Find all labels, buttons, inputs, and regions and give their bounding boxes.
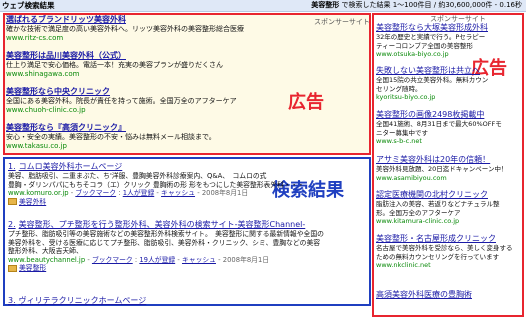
right-ad-6: 美容整形・名古屋形成クリニック 名古屋で美容外科を受診なら、美しく変身する ため… [376,234,522,270]
query-term: 美容整形 [311,1,340,9]
result-date: 2008年8月1日 [222,255,270,264]
right-ad-url: kyoritsu-biyo.co.jp [376,93,436,101]
ad-title-link[interactable]: 美容整形なら中央クリニック [6,87,237,97]
ad-description: 確かな技術で満足度の高い美容外科へ。リッツ美容外科の美容整形総合医療 [6,25,244,33]
right-ad-url: www.otsuka-biyo.co.jp [376,50,449,58]
folder-icon [8,198,17,206]
result-title-link[interactable]: コムロ美容外科ホームページ [19,162,123,171]
right-ad-desc-line: ティーコロンブア全国の美容整形 [376,41,473,50]
right-ad-url: www.asamibiyou.com [376,173,447,182]
folder-icon [8,264,17,272]
right-ad-desc-line: 美容外科見放題、20日迄ドキャンペーン中！ [376,165,508,173]
ad-url: www.ritz-cs.com [6,34,64,42]
results-query-summary: 美容整形 で検索した結果 1～100件目 / 約30,600,000件 - 0.… [311,0,522,11]
top-ad-1: 選ばれるブランドリッツ美容外科 確かな技術で満足度の高い美容外科へ。リッツ美容外… [6,15,244,43]
result-date: 2008年8月1日 [201,189,249,198]
ad-title-link[interactable]: 美容整形なら『高須クリニック』 [6,123,216,133]
right-ad-desc-line: セリング随時。 [376,84,422,93]
right-ad-7: 高須美容外科医療の豊胸術 [376,290,522,300]
right-ad-url: www.s-b-c.net [376,137,422,145]
category-link[interactable]: 美容外科 [19,198,46,206]
bookmark-count-link[interactable]: 1人が登録 [123,189,155,197]
ad-url: www.chuoh-clinic.co.jp [6,106,86,114]
bookmark-link[interactable]: ブックマーク [92,256,133,264]
result-url: www.beautychannel.jp [8,255,86,264]
result-snippet-line: 豊胸・ダリンパパにもちそコラ（エ）クリック 豊胸術の形 形をもつにした美容整形表… [8,180,305,189]
right-ad-title-link[interactable]: 認定医療機関の北村クリニック [376,190,522,200]
ad-description: 全国にある美容外科。院長が責任を持って施術。全国万全のアフターケア [6,97,237,105]
right-ad-5: 認定医療機関の北村クリニック 脂肪注入の美容、若返りなどナチュラル整 形。全国万… [376,190,522,226]
result-snippet-line: 美容、脂肪吸引、二重まぶた、ち'洋服、豊胸美容外科診療案内、Q&A、 コムロの式 [8,172,267,180]
top-ad-3: 美容整形なら中央クリニック 全国にある美容外科。院長が責任を持って施術。全国万全… [6,87,237,115]
ad-url: www.takasu.co.jp [6,142,67,150]
result-url: www.komuro.or.jp [8,189,69,198]
query-stats: で検索した結果 1～100件目 / 約30,600,000件 - 0.16秒 [339,1,523,9]
cache-link[interactable]: キャッシュ [182,256,216,264]
results-header-title: ウェブ検索結果 [2,1,55,10]
right-ad-3: 美容整形の画像2498枚掲載中 全国41施術、8月31日まで最大60%OFFモ … [376,110,522,146]
cache-link[interactable]: キャッシュ [161,189,195,197]
result-meta: www.komuro.or.jp - ブックマーク : 1人が登録 - キャッシ… [8,189,249,198]
ad-title-link[interactable]: 美容整形は品川美容外科（公式） [6,51,223,61]
right-ad-title-link[interactable]: 高須美容外科医療の豊胸術 [376,290,522,300]
result-title-link[interactable]: 美容整形、プチ整形を行う整形外科、美容外科の検索サイト-美容整形Channel- [19,220,306,229]
bookmark-count-link[interactable]: 19人が登録 [139,256,175,264]
right-ad-url: www.kitamura-clinic.co.jp [376,217,460,225]
right-ad-desc-line: 形。全国万全のアフターケア [376,208,461,217]
result-item-2: 2. 美容整形、プチ整形を行う整形外科、美容外科の検索サイト-美容整形Channe… [8,220,368,273]
right-ad-desc-line: 全国41施術、8月31日まで最大60%OFFモ [376,120,502,128]
right-ad-desc-line: 32年の歴史と実績で行う。Pセラピー [376,33,486,41]
bookmark-link[interactable]: ブックマーク [75,189,116,197]
right-ad-title-link[interactable]: 美容整形・名古屋形成クリニック [376,234,522,244]
results-header-bar: ウェブ検索結果 美容整形 で検索した結果 1～100件目 / 約30,600,0… [0,0,526,12]
result-snippet-line: 整形外科、大阪吉天師、 [8,247,87,256]
top-ad-4: 美容整形なら『高須クリニック』 安心・安全の実績。美容整形の不安・悩みは無料メー… [6,123,216,151]
top-ad-2: 美容整形は品川美容外科（公式） 仕上り満足で安心価格。電話一本！充実の美容プラン… [6,51,223,79]
right-ad-1: 美容整形なら大塚美容形成外科 32年の歴史と実績で行う。Pセラピー ティーコロン… [376,23,522,59]
right-ad-desc-line: 名古屋で美容外科を受診なら、美しく変身する [376,244,513,252]
right-ad-title-link[interactable]: 美容整形の画像2498枚掲載中 [376,110,522,120]
right-ad-2: 失敗しない美容整形は共立へ 全国15院の共立美容外科。無料カウン セリング随時。… [376,66,522,102]
ad-description: 安心・安全の実績。美容整形の不安・悩みは無料メール相談まで。 [6,133,216,141]
right-ad-title-link[interactable]: アサミ美容外科は20年の信頼！ [376,155,522,165]
right-ad-4: アサミ美容外科は20年の信頼！ 美容外科見放題、20日迄ドキャンペーン中！ ww… [376,155,522,182]
right-ad-desc-line: 全国15院の共立美容外科。無料カウン [376,76,489,84]
sponsor-label-top: スポンサーサイト [314,18,370,26]
result-item-3: 3. ヴィリテラクリニックホームページ [8,296,368,306]
ad-url: www.shinagawa.com [6,70,80,78]
result-number: 2. [8,220,16,229]
result-snippet-line: プチ整形、脂肪吸引等の美容施術などの美容整形外科検索サイト。 美容整形に関する最… [8,230,324,238]
result-number: 3. [8,296,16,305]
result-snippet-line: 美容外科を、受ける医療に応じてプチ整形、脂肪吸引、美容外科・クリニック、シミ、豊… [8,238,321,247]
result-meta: www.beautychannel.jp - ブックマーク : 19人が登録 -… [8,255,270,264]
result-item-1: 1. コムロ美容外科ホームページ 美容、脂肪吸引、二重まぶた、ち'洋服、豊胸美容外… [8,162,368,206]
ad-description: 仕上り満足で安心価格。電話一本！充実の美容プランが盛りだくさん [6,61,223,69]
result-number: 1. [8,162,16,171]
right-ad-title-link[interactable]: 失敗しない美容整形は共立へ [376,66,522,76]
result-title-link[interactable]: ヴィリテラクリニックホームページ [19,296,147,305]
right-ad-desc-line: ための無料カウンセリングを行っています [376,252,500,261]
ads-section-label: 広告 [288,92,324,113]
category-link[interactable]: 美容整形 [19,264,46,272]
right-ad-title-link[interactable]: 美容整形なら大塚美容形成外科 [376,23,522,33]
ad-title-link[interactable]: 選ばれるブランドリッツ美容外科 [6,15,244,25]
right-ad-desc-line: ニター募集中です [376,128,428,137]
right-ad-desc-line: 脂肪注入の美容、若返りなどナチュラル整 [376,200,500,208]
right-ad-url: www.nkclinic.net [376,261,431,269]
